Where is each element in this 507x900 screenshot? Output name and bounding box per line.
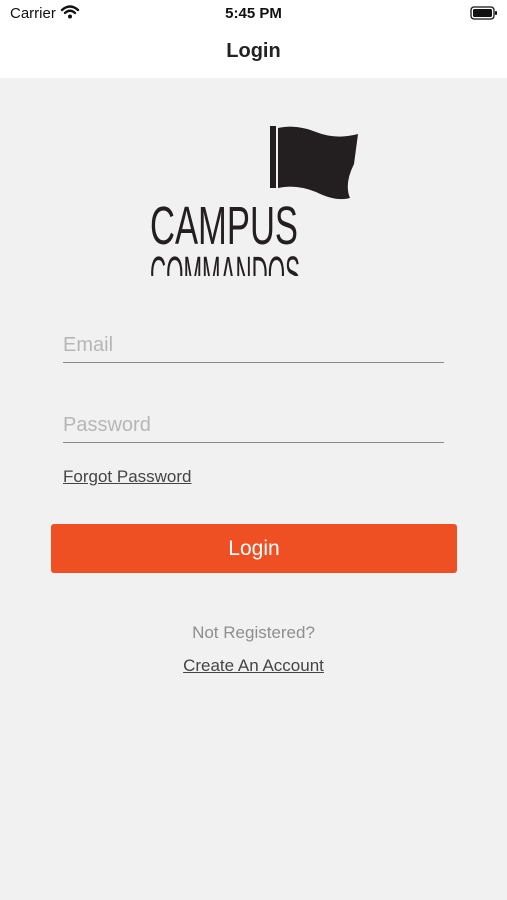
login-button[interactable]: Login [51, 524, 457, 573]
logo-line-2: COMMANDOS [150, 248, 300, 276]
logo-line-1: CAMPUS [150, 196, 298, 256]
battery-icon [470, 6, 498, 25]
create-account-link[interactable]: Create An Account [183, 656, 324, 675]
status-bar: Carrier 5:45 PM [0, 0, 507, 28]
email-field[interactable] [63, 328, 444, 363]
forgot-password-link[interactable]: Forgot Password [63, 467, 192, 487]
campus-commandos-logo: CAMPUS COMMANDOS [146, 124, 362, 301]
create-account-row: Create An Account [0, 656, 507, 676]
not-registered-text: Not Registered? [192, 623, 315, 642]
clock-time: 5:45 PM [225, 5, 282, 22]
page-title: Login [226, 40, 281, 62]
navigation-bar: Login [0, 28, 507, 78]
flag-icon [278, 126, 358, 200]
flag-pole [270, 126, 276, 188]
password-field[interactable] [63, 408, 444, 443]
